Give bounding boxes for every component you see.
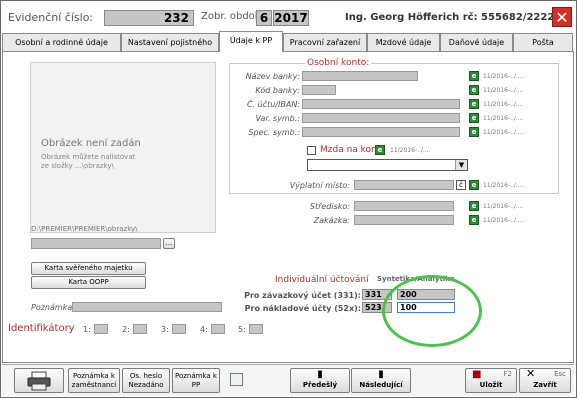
field-spec-symb[interactable] xyxy=(302,127,460,137)
zavrit-button[interactable]: ✕ Esc Zavřít xyxy=(519,368,571,393)
image-path-field[interactable] xyxy=(31,238,161,249)
label-var-symb: Var. symb.: xyxy=(255,114,300,123)
highlight-ellipse xyxy=(382,275,482,347)
label-kod-banky: Kód banky: xyxy=(255,86,300,95)
field-nazev-banky[interactable] xyxy=(302,71,418,81)
id-5-field[interactable] xyxy=(249,324,263,334)
identifikatory-title: Identifikátory xyxy=(8,323,75,334)
save-icon: ■ xyxy=(472,369,482,380)
predesly-label: Předešlý xyxy=(302,381,338,389)
tab-pracovni[interactable]: Pracovní zařazení xyxy=(283,33,367,51)
close-icon[interactable]: ✕ xyxy=(552,7,572,27)
date-spec-symb: 11/2016-../.... xyxy=(483,129,524,136)
label-zavazkovy: Pro závazkový účet (331): xyxy=(244,291,361,300)
browse-button[interactable]: ... xyxy=(163,238,175,249)
id-1-field[interactable] xyxy=(94,324,108,334)
os-heslo-button[interactable]: Os. heslo Nezadáno xyxy=(122,368,170,393)
edit-stredisko-icon[interactable]: e xyxy=(469,201,479,211)
poznamka-zamestnanci-button[interactable]: Poznámka k zaměstnanci xyxy=(68,368,120,393)
obdobi-year-field[interactable]: 2017 xyxy=(273,10,309,26)
poznamka-pp-button[interactable]: Poznámka k PP xyxy=(172,368,220,393)
label-nakladove: Pro nákladové účty (52x): xyxy=(244,304,361,313)
date-var-symb: 11/2016-../.... xyxy=(483,115,524,122)
evidencni-label: Evidenční číslo: xyxy=(8,11,94,24)
image-hint-2: ze složky ...\obrazky\ xyxy=(41,162,114,170)
label-vyplatni-misto: Výplatní místo: xyxy=(289,181,350,190)
zavrit-key: Esc xyxy=(554,370,566,378)
date-mzda: 11/2016-../.... xyxy=(390,147,431,154)
id-2-label: 2: xyxy=(122,325,130,334)
id-5-label: 5: xyxy=(238,325,246,334)
vyplatni-c-button[interactable]: č xyxy=(456,180,466,190)
zavrit-x-icon: ✕ xyxy=(526,367,536,380)
id-2-field[interactable] xyxy=(133,324,147,334)
mzda-checkbox[interactable] xyxy=(307,146,316,155)
employee-name: Ing. Georg Höfferich rč: 555682/2222 xyxy=(345,12,555,23)
edit-mzda-icon[interactable]: e xyxy=(375,145,385,155)
predesly-button[interactable]: ▮ Předešlý xyxy=(290,368,350,393)
label-stredisko: Středisko: xyxy=(309,202,350,211)
edit-var-symb-icon[interactable]: e xyxy=(469,113,479,123)
tab-mzdove[interactable]: Mzdové údaje xyxy=(367,33,440,51)
id-4-field[interactable] xyxy=(211,324,225,334)
image-hint-1: Obrázek můžete nalistovat xyxy=(41,153,136,161)
tab-posta[interactable]: Pošta xyxy=(513,33,573,51)
date-kod-banky: 11/2016-../.... xyxy=(483,87,524,94)
field-vyplatni-misto[interactable] xyxy=(354,180,454,190)
zavrit-label: Zavřít xyxy=(533,381,557,389)
nasledujici-button[interactable]: ▮ Následující xyxy=(351,368,411,393)
date-zakazka: 11/2016-../.... xyxy=(483,217,524,224)
field-zakazka[interactable] xyxy=(354,215,454,225)
date-vyplatni: 11/2016-../.... xyxy=(483,182,524,189)
id-4-label: 4: xyxy=(200,325,208,334)
ulozit-button[interactable]: ■ F2 Uložit xyxy=(465,368,517,393)
field-stredisko[interactable] xyxy=(354,201,454,211)
field-cislo-uctu[interactable] xyxy=(302,99,460,109)
edit-zakazka-icon[interactable]: e xyxy=(469,215,479,225)
id-3-field[interactable] xyxy=(172,324,186,334)
dropdown-arrow-icon[interactable]: ▼ xyxy=(455,160,467,170)
obdobi-month-field[interactable]: 6 xyxy=(256,10,272,26)
osobni-konto-title: Osobní konto: xyxy=(305,58,372,68)
individualni-title: Individuální účtování xyxy=(275,275,369,285)
edit-vyplatni-icon[interactable]: e xyxy=(469,180,479,190)
field-kod-banky[interactable] xyxy=(302,85,336,95)
prev-record-icon: ▮ xyxy=(317,369,323,380)
poznamka-label: Poznámka: xyxy=(31,303,75,312)
ulozit-key: F2 xyxy=(503,370,512,378)
tab-udaje-k-pp[interactable]: Údaje k PP xyxy=(219,31,283,52)
date-nazev-banky: 11/2016-../.... xyxy=(483,73,524,80)
tab-osobni[interactable]: Osobní a rodinné údaje xyxy=(2,33,121,51)
next-record-icon: ▮ xyxy=(378,369,384,380)
printer-icon xyxy=(27,371,51,391)
id-1-label: 1: xyxy=(83,325,91,334)
label-nazev-banky: Název banky: xyxy=(245,72,300,81)
edit-nazev-banky-icon[interactable]: e xyxy=(469,71,479,81)
label-spec-symb: Spec. symb.: xyxy=(248,128,300,137)
mzda-dropdown[interactable] xyxy=(307,159,468,171)
print-button[interactable] xyxy=(14,368,64,393)
edit-cislo-uctu-icon[interactable]: e xyxy=(469,99,479,109)
image-path: D:\PREMIER\PREMIER\obrazky\ xyxy=(31,225,138,233)
tab-nastaveni[interactable]: Nastavení pojistného xyxy=(121,33,219,51)
label-zakazka: Zakázka: xyxy=(313,216,350,225)
date-stredisko: 11/2016-../.... xyxy=(483,203,524,210)
field-var-symb[interactable] xyxy=(302,113,460,123)
image-title: Obrázek není zadán xyxy=(41,138,141,149)
date-cislo-uctu: 11/2016-../.... xyxy=(483,101,524,108)
label-cislo-uctu: Č. účtu/IBAN: xyxy=(246,100,300,109)
karta-majetku-button[interactable]: Karta svěřeného majetku xyxy=(31,262,146,275)
karta-oopp-button[interactable]: Karta OOPP xyxy=(31,276,146,289)
id-3-label: 3: xyxy=(161,325,169,334)
status-indicator xyxy=(230,373,243,386)
tab-danove[interactable]: Daňové údaje xyxy=(440,33,513,51)
poznamka-field[interactable] xyxy=(72,302,222,312)
evidencni-value-field[interactable]: 232 xyxy=(104,10,194,26)
edit-kod-banky-icon[interactable]: e xyxy=(469,85,479,95)
ulozit-label: Uložit xyxy=(479,381,503,389)
edit-spec-symb-icon[interactable]: e xyxy=(469,127,479,137)
nasledujici-label: Následující xyxy=(359,381,403,389)
